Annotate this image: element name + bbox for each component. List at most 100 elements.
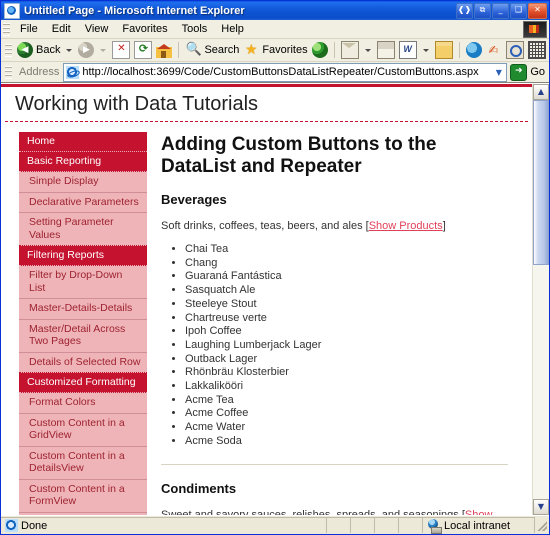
window-title: Untitled Page - Microsoft Internet Explo…	[24, 5, 245, 17]
research-icon	[506, 41, 524, 59]
resize-grip[interactable]	[535, 519, 547, 531]
sidebar-item-filtering-reports[interactable]: Filtering Reports	[19, 246, 147, 266]
stop-icon	[112, 41, 130, 59]
sidebar-item-custom-content-in-a-detailsview[interactable]: Custom Content in a DetailsView	[19, 447, 147, 480]
scrollbar-thumb[interactable]	[533, 100, 549, 265]
restore-group-button[interactable]: ❰❱	[456, 3, 473, 19]
navigation-toolbar: ◀ Back ▶ 🔍 Search ★ Favorites	[1, 39, 549, 62]
menu-item-file[interactable]: File	[13, 22, 45, 36]
sidebar-item-filter-by-drop-down-list[interactable]: Filter by Drop-Down List	[19, 266, 147, 299]
edit-in-word-button[interactable]	[397, 40, 419, 60]
mail-button[interactable]	[339, 40, 361, 60]
menu-item-tools[interactable]: Tools	[175, 22, 215, 36]
forward-history-chevron-down-icon[interactable]	[100, 49, 106, 52]
msn-button[interactable]	[464, 40, 484, 60]
grid-button[interactable]	[526, 40, 548, 60]
list-item: Laughing Lumberjack Lager	[185, 339, 508, 352]
address-chevron-down-icon[interactable]: ▼	[491, 65, 506, 80]
list-item: Rhönbräu Klosterbier	[185, 366, 508, 379]
sidebar-item-basic-reporting[interactable]: Basic Reporting	[19, 152, 147, 172]
condiments-description-text: Sweet and savory sauces, relishes, sprea…	[161, 509, 465, 515]
page-viewport: Working with Data Tutorials Home Basic R…	[1, 83, 549, 515]
show-products-link-beverages[interactable]: Show Products	[369, 220, 443, 232]
sidebar-item-simple-display[interactable]: Simple Display	[19, 172, 147, 193]
favorites-button[interactable]: ★ Favorites	[241, 40, 309, 60]
discuss-icon	[435, 41, 453, 59]
status-pane-3	[375, 517, 399, 533]
menu-item-favorites[interactable]: Favorites	[115, 22, 174, 36]
research-button[interactable]	[504, 40, 526, 60]
go-button[interactable]: ➜ Go	[507, 64, 549, 81]
title-bar: Untitled Page - Microsoft Internet Explo…	[1, 1, 549, 20]
sidebar-item-master-details-details[interactable]: Master-Details-Details	[19, 299, 147, 320]
status-pane-2	[351, 517, 375, 533]
home-button[interactable]	[154, 40, 174, 60]
site-title: Working with Data Tutorials	[15, 93, 518, 116]
menu-item-edit[interactable]: Edit	[45, 22, 78, 36]
forward-button[interactable]: ▶	[76, 40, 96, 60]
toolbar-drag-grip[interactable]	[5, 44, 12, 57]
page-globe-icon	[66, 66, 79, 79]
menu-item-view[interactable]: View	[78, 22, 116, 36]
edit-chevron-down-icon[interactable]	[423, 49, 429, 52]
minimize-button[interactable]: _	[492, 3, 509, 19]
category-description-condiments: Sweet and savory sauces, relishes, sprea…	[161, 508, 508, 515]
discuss-button[interactable]	[433, 40, 455, 60]
status-message: Done	[21, 520, 47, 532]
sidebar-item-format-colors[interactable]: Format Colors	[19, 393, 147, 414]
sidebar-item-custom-content-in-a-gridview[interactable]: Custom Content in a GridView	[19, 414, 147, 447]
sidebar-item-setting-parameter-values[interactable]: Setting Parameter Values	[19, 213, 147, 246]
messenger-icon: ✍	[486, 42, 502, 58]
sidebar-item-details-of-selected-row[interactable]: Details of Selected Row	[19, 353, 147, 374]
print-button[interactable]	[375, 40, 397, 60]
sidebar-item-customized-formatting[interactable]: Customized Formatting	[19, 373, 147, 393]
sidebar-item-summary-data-in-footer[interactable]: Summary Data in Footer	[19, 513, 147, 516]
scroll-up-button[interactable]: ▲	[533, 84, 549, 100]
menu-item-help[interactable]: Help	[214, 22, 251, 36]
media-button[interactable]	[310, 40, 330, 60]
group-window-button[interactable]: ⧉	[474, 3, 491, 19]
vertical-scrollbar[interactable]: ▲ ▼	[532, 84, 549, 515]
menu-drag-grip[interactable]	[3, 23, 10, 36]
grid-icon	[528, 41, 546, 59]
media-icon	[312, 42, 328, 58]
list-item: Sasquatch Ale	[185, 284, 508, 297]
beverages-description-text: Soft drinks, coffees, teas, beers, and a…	[161, 220, 369, 232]
list-item: Ipoh Coffee	[185, 325, 508, 338]
page-done-icon	[5, 519, 18, 532]
go-button-label: Go	[530, 66, 545, 78]
status-bar: Done Local intranet	[1, 515, 549, 534]
list-item: Chartreuse verte	[185, 312, 508, 325]
address-input[interactable]: http://localhost:3699/Code/CustomButtons…	[63, 63, 507, 82]
beverages-description-tail: ]	[443, 220, 446, 232]
list-item: Chai Tea	[185, 243, 508, 256]
sidebar-item-home[interactable]: Home	[19, 132, 147, 152]
search-button[interactable]: 🔍 Search	[183, 40, 241, 60]
sidebar-item-declarative-parameters[interactable]: Declarative Parameters	[19, 193, 147, 214]
address-drag-grip[interactable]	[5, 66, 12, 79]
security-zone-pane[interactable]: Local intranet	[423, 517, 535, 533]
refresh-button[interactable]	[132, 40, 154, 60]
close-button[interactable]: ✕	[528, 3, 547, 19]
address-label: Address	[15, 66, 63, 78]
address-url-text: http://localhost:3699/Code/CustomButtons…	[82, 66, 491, 78]
maximize-button[interactable]: ❑	[510, 3, 527, 19]
main-content: Adding Custom Buttons to the DataList an…	[147, 122, 532, 515]
messenger-button[interactable]: ✍	[484, 40, 504, 60]
scrollbar-track[interactable]	[533, 100, 549, 499]
ie-brand-logo	[523, 21, 547, 38]
back-history-chevron-down-icon[interactable]	[66, 49, 72, 52]
back-button[interactable]: ◀ Back	[15, 40, 62, 60]
toolbar-separator-2	[334, 42, 335, 58]
status-pane-4	[399, 517, 423, 533]
product-list-beverages: Chai Tea Chang Guaraná Fantástica Sasqua…	[163, 243, 508, 448]
menu-bar: File Edit View Favorites Tools Help	[1, 20, 549, 39]
stop-button[interactable]	[110, 40, 132, 60]
scroll-down-button[interactable]: ▼	[533, 499, 549, 515]
mail-chevron-down-icon[interactable]	[365, 49, 371, 52]
list-item: Lakkalikööri	[185, 380, 508, 393]
sidebar-item-custom-content-in-a-formview[interactable]: Custom Content in a FormView	[19, 480, 147, 513]
sidebar-item-master-detail-across-two-pages[interactable]: Master/Detail Across Two Pages	[19, 320, 147, 353]
refresh-icon	[134, 41, 152, 59]
ie-page-icon	[4, 3, 20, 19]
